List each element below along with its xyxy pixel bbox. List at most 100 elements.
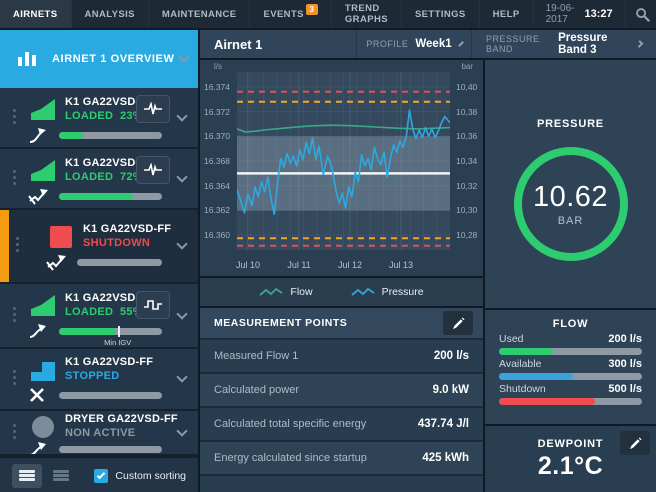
custom-sorting-label: Custom sorting [115,469,186,482]
pressure-gauge: 10.62 BAR [513,147,628,261]
nav-item-maintenance[interactable]: MAINTENANCE [149,0,251,28]
nav-item-airnets[interactable]: AIRNETS [0,0,72,28]
page-header: Airnet 1 PROFILE Week1 PRESSURE BAND Pre… [200,30,656,60]
row-value: 425 kWh [422,452,469,464]
pressure-unit: BAR [557,215,584,227]
list-item-dryer[interactable]: DRYER GA22VSD-FF NON ACTIVE [0,411,198,456]
drag-handle-icon[interactable] [13,108,16,127]
load-progress-bar: Min IGV [59,325,162,347]
overview-title: AIRNET 1 OVERVIEW [52,53,175,65]
list-icon [19,469,35,482]
time-text: 13:27 [584,8,613,20]
pressure-band-value: Pressure Band 3 [558,32,608,56]
edit-dewpoint-button[interactable] [620,431,650,455]
flow-bar-shutdown: Shutdown 500 l/s [499,383,642,405]
drag-handle-icon[interactable] [13,423,16,442]
nav-item-analysis[interactable]: ANALYSIS [72,0,149,28]
pencil-icon [452,316,465,329]
min-igv-marker [117,325,120,337]
nav-label: ANALYSIS [84,8,135,20]
load-progress-bar [59,445,162,453]
nav-label: HELP [492,8,520,20]
pencil-icon [629,436,642,449]
date-text: 19-06-2017 [545,3,575,25]
status-text: LOADED [65,109,114,122]
x-icon [30,388,44,402]
status-text: LOADED [65,305,114,318]
profile-selector[interactable]: PROFILE Week1 [357,30,472,58]
sidebar-footer: Custom sorting [0,456,198,492]
row-label: Measured Flow 1 [214,350,299,362]
compressor-list: K1 GA22VSD-FF LOADED 23% K1 GA22VSD-FF L… [0,88,198,456]
flow-bar-available: Available 300 l/s [499,358,642,380]
nav-item-help[interactable]: HELP [480,0,534,28]
list-item-compressor-2[interactable]: K1 GA22VSD-FF LOADED 72% [0,149,198,210]
nav-label: SETTINGS [414,8,466,20]
custom-sorting-checkbox[interactable] [94,468,109,483]
chevron-down-icon[interactable] [176,170,188,183]
pressure-value: 10.62 [532,181,609,213]
legend-label: Pressure [381,286,424,298]
nav-item-trend-graphs[interactable]: TREND GRAPHS [332,0,402,28]
chevron-right-icon [457,41,464,47]
top-nav: AIRNETS ANALYSIS MAINTENANCE EVENTS 3 TRE… [0,0,656,30]
chevron-down-icon[interactable] [176,109,188,122]
list-item-compressor-4[interactable]: K1 GA22VSD-FF LOADED 55% Min IGV [0,284,198,349]
drag-handle-icon[interactable] [13,370,16,388]
flow-pressure-chart: l/s bar 16.374 16.372 16.370 16.368 16.364 16… [200,60,483,278]
legend-label: Flow [290,286,313,298]
compact-view-button[interactable] [46,464,76,488]
restricted-arrow-icon [28,189,48,205]
compressor-name: DRYER GA22VSD-FF [65,413,178,425]
chevron-down-icon[interactable] [176,371,188,383]
list-view-button[interactable] [12,463,42,488]
search-button[interactable] [624,0,656,28]
step-up-icon [31,361,55,381]
restricted-arrow-icon [46,255,66,271]
measurement-points-header: MEASUREMENT POINTS [200,308,483,340]
chevron-down-icon[interactable] [176,424,188,437]
circle-icon [32,415,54,438]
chevron-down-icon[interactable] [176,238,188,250]
row-label: Energy calculated since startup [214,452,367,464]
kpi-panel: PRESSURE 10.62 BAR FLOW Used 200 l/s Ava… [485,60,656,492]
wedge-up-icon [31,160,55,181]
measurement-points-table: MEASUREMENT POINTS Measured Flow 1 200 l… [200,308,483,492]
custom-sorting-toggle[interactable]: Custom sorting [94,468,186,483]
chevron-down-icon[interactable] [176,307,188,320]
drag-handle-icon[interactable] [13,169,16,188]
drag-handle-icon[interactable] [16,237,19,255]
edit-measurement-points-button[interactable] [443,311,473,335]
wedge-up-icon [31,99,55,120]
flow-title: FLOW [552,318,589,330]
airnet-overview-header[interactable]: AIRNET 1 OVERVIEW [0,30,198,88]
nav-item-settings[interactable]: SETTINGS [402,0,480,28]
vsd-monitor-button[interactable] [136,291,170,319]
wedge-up-icon [31,295,55,316]
flow-bar-label: Available [499,358,542,370]
nav-label: TREND GRAPHS [344,3,388,25]
list-item-compressor-1[interactable]: K1 GA22VSD-FF LOADED 23% [0,88,198,149]
nav-item-events[interactable]: EVENTS 3 [250,0,332,28]
chart-legend: Flow Pressure [200,278,483,308]
list-item-compressor-5-stopped[interactable]: K1 GA22VSD-FF STOPPED [0,349,198,411]
nav-label: AIRNETS [13,8,58,20]
legend-item-flow: Flow [259,286,313,298]
heartbeat-icon [144,102,162,115]
flow-bar-value: 500 l/s [608,383,642,395]
legend-item-pressure: Pressure [351,286,424,298]
dewpoint-value: 2.1°C [537,451,604,480]
vsd-monitor-button[interactable] [136,95,170,123]
right-axis-labels: 10,40 10,38 10,36 10,34 10,32 10,30 10,28 [456,82,478,240]
table-row: Energy calculated since startup 425 kWh [200,442,483,476]
alert-strip [0,210,9,282]
flow-bar-label: Used [499,333,524,345]
chevron-right-icon [635,40,644,48]
load-progress-bar [59,131,162,139]
vsd-monitor-button[interactable] [136,156,170,184]
drag-handle-icon[interactable] [13,306,16,325]
list-item-compressor-3-shutdown[interactable]: K1 GA22VSD-FF SHUTDOWN [0,210,198,284]
curved-arrow-icon [29,442,46,454]
pressure-band-selector[interactable]: PRESSURE BAND Pressure Band 3 [472,30,656,58]
row-value: 200 l/s [433,350,469,362]
